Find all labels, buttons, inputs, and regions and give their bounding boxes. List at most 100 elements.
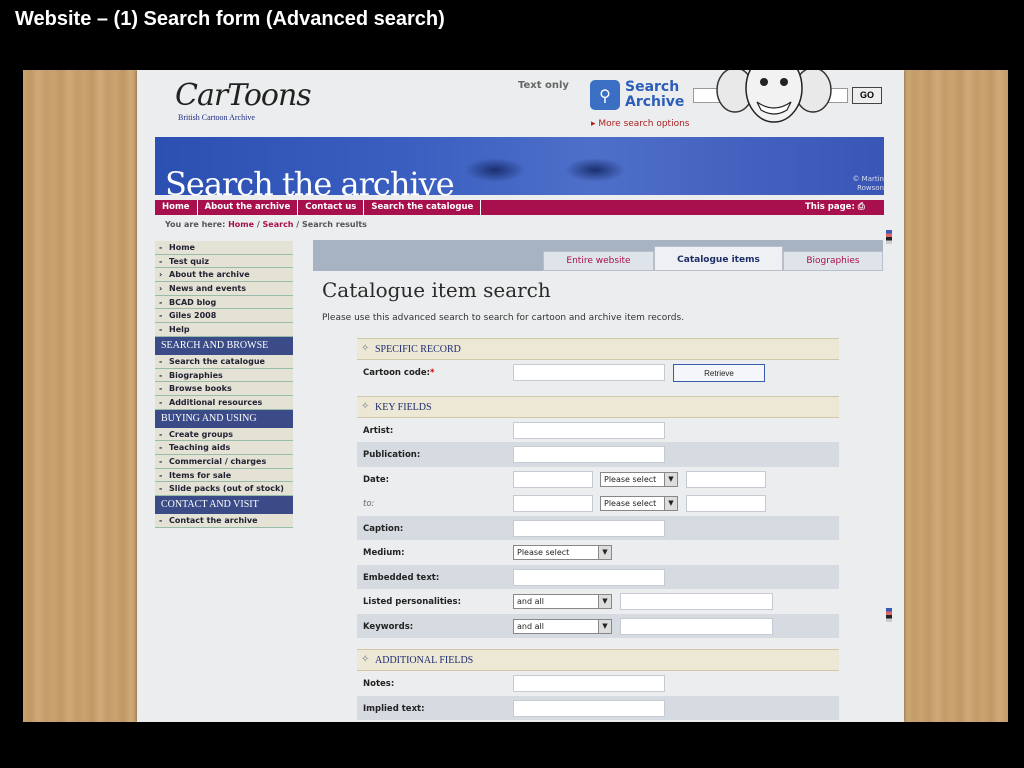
nav-about[interactable]: About the archive: [198, 200, 299, 215]
sidebar-heading-search: SEARCH AND BROWSE: [155, 336, 293, 355]
nav-contact[interactable]: Contact us: [298, 200, 365, 215]
sidebar-item-label: Slide packs (out of stock): [169, 484, 284, 494]
date-label: Date:: [363, 474, 390, 485]
sidebar-item-giles[interactable]: - Giles 2008: [155, 309, 293, 324]
banner-title: Search the archive: [165, 165, 455, 203]
retrieve-button[interactable]: Retrieve: [673, 364, 765, 382]
date-to-label: to:: [363, 499, 375, 509]
sidebar-item-blog[interactable]: - BCAD blog: [155, 295, 293, 310]
sidebar-item-contact-archive[interactable]: - Contact the archive: [155, 514, 293, 528]
embedded-text-label: Embedded text:: [363, 572, 440, 583]
row-date-from: Date: Please select ▼: [357, 467, 839, 492]
bullet-icon: -: [159, 356, 163, 366]
sidebar-item-news[interactable]: › News and events: [155, 282, 293, 296]
sidebar-item-label: Home: [169, 243, 195, 252]
color-marks: [886, 608, 892, 622]
date-from-year-input[interactable]: [686, 470, 766, 488]
row-medium: Medium: Please select ▼: [357, 540, 839, 565]
sidebar-item-label: Additional resources: [169, 397, 263, 407]
row-date-to: to: Please select ▼: [357, 491, 839, 516]
cartoons-logo[interactable]: CarToons British Cartoon Archive: [175, 78, 312, 122]
keywords-label: Keywords:: [363, 621, 414, 632]
date-to-day-input[interactable]: [513, 495, 593, 512]
bullet-icon: -: [159, 484, 163, 494]
sidebar-item-commercial[interactable]: - Commercial / charges: [155, 454, 293, 469]
chevron-right-icon: ›: [159, 270, 163, 280]
artist-input[interactable]: [513, 421, 665, 439]
section-title: ADDITIONAL FIELDS: [375, 655, 474, 666]
personalities-input[interactable]: [620, 593, 773, 610]
date-from-day-input[interactable]: [513, 470, 593, 488]
print-icon[interactable]: ⎙: [858, 202, 865, 212]
breadcrumb-search[interactable]: Search: [263, 220, 294, 229]
listed-personalities-label: Listed personalities:: [363, 597, 462, 607]
publication-input[interactable]: [513, 446, 665, 463]
more-search-options-link[interactable]: ▸ More search options: [591, 119, 689, 129]
sidebar-item-biographies[interactable]: - Biographies: [155, 368, 293, 383]
bullet-icon: -: [159, 397, 163, 407]
sidebar-item-about[interactable]: › About the archive: [155, 268, 293, 283]
this-page-tools: This page: ⎙: [805, 202, 865, 212]
sidebar-item-teaching-aids[interactable]: - Teaching aids: [155, 441, 293, 455]
tab-biographies[interactable]: Biographies: [783, 251, 883, 271]
label-text: Cartoon code:: [363, 368, 431, 378]
tab-entire-website[interactable]: Entire website: [543, 251, 654, 271]
sidebar: - Home - Test quiz › About the archive › New…: [155, 241, 293, 528]
date-to-select[interactable]: Please select ▼: [600, 496, 678, 511]
main-content: Entire website Catalogue items Biographi…: [313, 240, 883, 720]
required-marker: *: [430, 368, 435, 378]
bullet-icon: -: [159, 325, 163, 335]
keywords-operator-select[interactable]: and all ▼: [513, 618, 612, 634]
sidebar-item-label: Test quiz: [169, 256, 210, 266]
section-title: SPECIFIC RECORD: [375, 344, 461, 355]
date-from-select[interactable]: Please select ▼: [600, 471, 678, 487]
sidebar-item-label: Biographies: [169, 370, 223, 380]
dropdown-arrow-icon: ▼: [598, 619, 611, 633]
sidebar-item-label: Search the catalogue: [169, 356, 265, 366]
sidebar-item-browse-books[interactable]: - Browse books: [155, 382, 293, 396]
row-artist: Artist:: [357, 418, 839, 443]
bullet-icon: -: [159, 297, 163, 307]
section-title: KEY FIELDS: [375, 401, 432, 413]
implied-text-input[interactable]: [513, 699, 665, 717]
sidebar-item-help[interactable]: - Help: [155, 323, 293, 337]
text-only-link[interactable]: Text only: [518, 80, 569, 91]
sidebar-item-additional-resources[interactable]: - Additional resources: [155, 395, 293, 410]
sidebar-item-items-for-sale[interactable]: - Items for sale: [155, 468, 293, 483]
section-additional-fields: ✧ ADDITIONAL FIELDS: [357, 649, 839, 671]
nav-home[interactable]: Home: [155, 200, 198, 215]
breadcrumb-current: Search results: [302, 220, 367, 229]
go-button[interactable]: GO: [852, 86, 882, 104]
bullet-icon: -: [159, 429, 163, 439]
sidebar-item-create-groups[interactable]: - Create groups: [155, 427, 293, 442]
sidebar-item-test-quiz[interactable]: - Test quiz: [155, 254, 293, 269]
breadcrumb-home[interactable]: Home: [228, 220, 254, 229]
dropdown-arrow-icon: ▼: [664, 497, 677, 510]
cartoon-code-input[interactable]: [513, 364, 665, 381]
personalities-operator-select[interactable]: and all ▼: [513, 594, 612, 609]
printed-page: CarToons British Cartoon Archive Text on…: [137, 70, 904, 722]
medium-select[interactable]: Please select ▼: [513, 545, 612, 560]
sidebar-item-label: Items for sale: [169, 470, 232, 480]
select-value: and all: [517, 621, 544, 631]
nav-search-catalogue[interactable]: Search the catalogue: [364, 200, 482, 215]
section-specific-record: ✧ SPECIFIC RECORD: [357, 338, 839, 360]
row-implied-text: Implied text:: [357, 695, 839, 720]
date-to-year-input[interactable]: [686, 495, 766, 512]
embedded-text-input[interactable]: [513, 568, 665, 586]
tab-catalogue-items[interactable]: Catalogue items: [654, 246, 783, 271]
sidebar-item-label: Commercial / charges: [169, 456, 267, 466]
implied-text-label: Implied text:: [363, 703, 425, 714]
notes-input[interactable]: [513, 675, 665, 692]
row-caption: Caption:: [357, 515, 839, 540]
bullet-icon: -: [159, 311, 163, 321]
select-value: Please select: [517, 548, 570, 557]
magnifier-icon: ⚲: [590, 80, 620, 110]
caption-input[interactable]: [513, 519, 665, 537]
sidebar-item-search-catalogue[interactable]: - Search the catalogue: [155, 354, 293, 369]
sidebar-item-home[interactable]: - Home: [155, 241, 293, 255]
caption-label: Caption:: [363, 523, 404, 534]
sidebar-item-slide-packs[interactable]: - Slide packs (out of stock): [155, 482, 293, 496]
keywords-input[interactable]: [620, 617, 773, 635]
row-publication: Publication:: [357, 442, 839, 467]
